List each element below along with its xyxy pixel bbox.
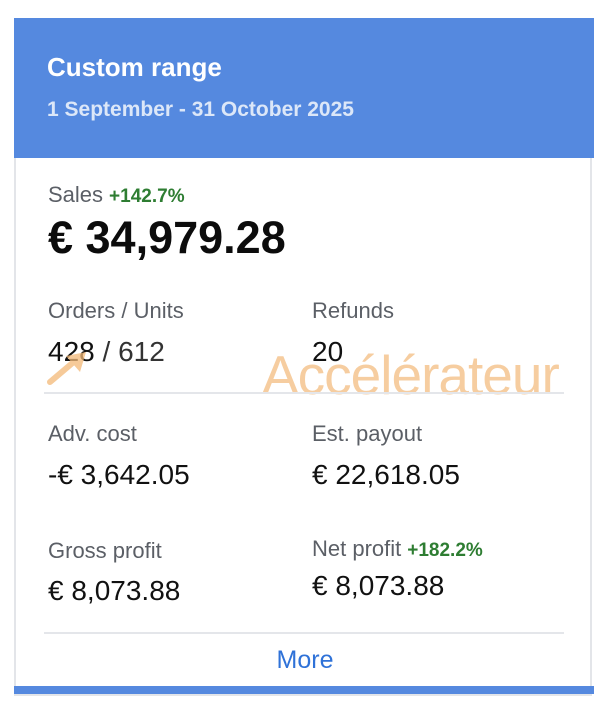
- sales-value: € 34,979.28: [48, 212, 286, 263]
- net-profit-value: € 8,073.88: [312, 570, 445, 601]
- sales-label-row: Sales +142.7%: [48, 182, 185, 208]
- divider: [44, 392, 564, 394]
- sales-change-badge: +142.7%: [109, 186, 185, 207]
- units-count: 612: [118, 336, 165, 367]
- card-header: Custom range 1 September - 31 October 20…: [14, 18, 594, 158]
- gross-profit-value: € 8,073.88: [48, 575, 181, 606]
- est-payout-value: € 22,618.05: [312, 459, 460, 490]
- net-profit-label: Net profit: [312, 536, 402, 561]
- divider: [44, 632, 564, 634]
- orders-units-label: Orders / Units: [48, 298, 184, 323]
- orders-units-separator: /: [102, 336, 111, 367]
- net-profit-label-row: Net profit +182.2%: [312, 536, 483, 562]
- header-title: Custom range: [47, 52, 222, 82]
- summary-card: Custom range 1 September - 31 October 20…: [14, 18, 594, 696]
- adv-cost-value: -€ 3,642.05: [48, 459, 190, 490]
- net-profit-change-badge: +182.2%: [407, 540, 483, 561]
- header-date-range: 1 September - 31 October 2025: [47, 98, 354, 121]
- est-payout-label: Est. payout: [312, 421, 423, 446]
- watermark-logo: Accélérateur: [262, 344, 560, 406]
- card-footer-bar: [14, 686, 594, 694]
- more-link[interactable]: More: [16, 646, 594, 675]
- watermark-arrow-icon: [47, 352, 86, 385]
- refunds-label: Refunds: [312, 298, 394, 323]
- gross-profit-label: Gross profit: [48, 538, 162, 563]
- sales-label: Sales: [48, 182, 104, 207]
- adv-cost-label: Adv. cost: [48, 421, 137, 446]
